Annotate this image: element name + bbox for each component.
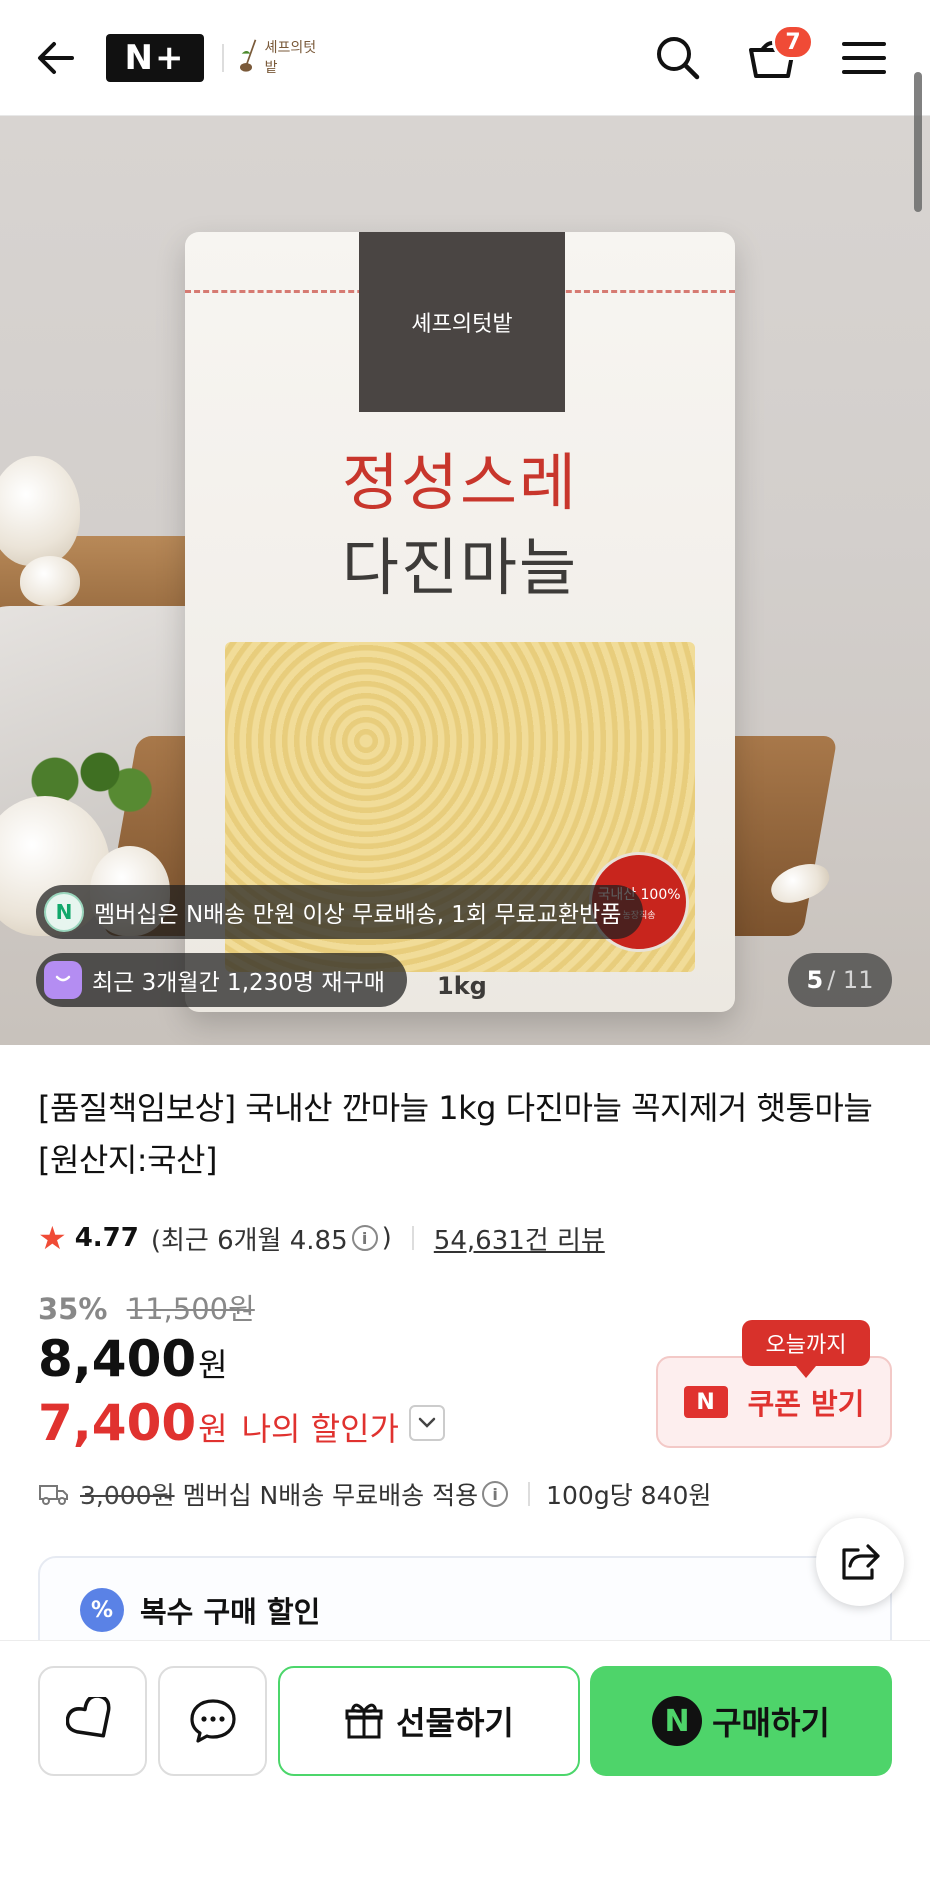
- wishlist-button[interactable]: [38, 1666, 147, 1776]
- won-unit: 원: [198, 1410, 228, 1448]
- sale-price-value: 8,400: [38, 1330, 197, 1388]
- store-name: 셰프의텃밭: [264, 40, 317, 76]
- naver-pay-icon: N: [652, 1696, 703, 1746]
- info-icon[interactable]: i: [351, 1225, 378, 1251]
- buy-button-label: 구매하기: [712, 1704, 830, 1742]
- coupon-deadline-tag: 오늘까지: [742, 1320, 870, 1378]
- hamburger-menu-icon: [842, 42, 886, 74]
- bottom-action-bar: 선물하기 N 구매하기: [0, 1640, 930, 1878]
- search-button[interactable]: [648, 28, 708, 88]
- divider: [411, 1226, 414, 1250]
- image-counter: 5 / 11: [788, 953, 892, 1007]
- image-total: / 11: [827, 966, 874, 994]
- my-discount-price[interactable]: 7,400 원 나의 할인가: [38, 1394, 445, 1452]
- gift-button-label: 선물하기: [396, 1704, 514, 1742]
- product-title: [품질책임보상] 국내산 깐마늘 1kg 다진마늘 꼭지제거 햇통마늘 [원산지…: [38, 1089, 873, 1179]
- recent-rating-close: ): [381, 1223, 392, 1253]
- share-icon: [842, 1544, 880, 1580]
- naver-plus-badge[interactable]: N+: [106, 34, 204, 82]
- original-price: 11,500원: [126, 1292, 255, 1326]
- garlic-decor: [20, 556, 80, 606]
- menu-button[interactable]: [834, 28, 894, 88]
- chat-button[interactable]: [158, 1666, 267, 1776]
- header-divider: [222, 44, 224, 72]
- star-icon: ★: [38, 1219, 67, 1257]
- cart-count-badge: 7: [772, 24, 814, 60]
- heart-icon: [65, 1697, 110, 1738]
- divider: [528, 1482, 531, 1506]
- won-unit: 원: [198, 1346, 228, 1384]
- garlic-decor: [0, 456, 80, 566]
- recent-rating: (최근 6개월 4.85: [150, 1225, 348, 1256]
- review-count-link[interactable]: 54,631건 리뷰: [434, 1220, 605, 1257]
- unit-price: 100g당 840원: [546, 1481, 712, 1510]
- search-icon: [657, 37, 700, 80]
- store-logo[interactable]: 셰프의텃밭: [240, 30, 320, 84]
- original-price-row: 35% 11,500원: [38, 1286, 255, 1328]
- truck-icon: [38, 1482, 70, 1506]
- multi-purchase-title-row: % 복수 구매 할인: [80, 1588, 320, 1632]
- gift-button[interactable]: 선물하기: [278, 1666, 580, 1776]
- buy-button[interactable]: N 구매하기: [590, 1666, 892, 1776]
- my-price-label: 나의 할인가: [241, 1410, 399, 1448]
- package-title-line2: 다진마늘: [341, 531, 579, 604]
- rating-row: ★ 4.77 (최근 6개월 4.85 i ) 54,631건 리뷰: [38, 1218, 605, 1258]
- chat-bubble-icon: [189, 1699, 236, 1743]
- coupon-button-label: 쿠폰 받기: [747, 1387, 865, 1421]
- naver-n-icon: N: [683, 1386, 728, 1418]
- get-coupon-button[interactable]: N 쿠폰 받기: [656, 1356, 892, 1448]
- shipping-original-fee: 3,000원: [80, 1481, 175, 1510]
- shopping-bag-icon: [44, 961, 82, 999]
- top-navigation-bar: N+ 셰프의텃밭 7: [0, 0, 930, 116]
- back-button[interactable]: [26, 28, 86, 88]
- info-icon[interactable]: i: [482, 1481, 509, 1507]
- membership-benefit-text: 멤버십은 N배송 만원 이상 무료배송, 1회 무료교환반품: [94, 902, 622, 928]
- repurchase-text: 최근 3개월간 1,230명 재구매: [92, 970, 385, 996]
- package-title-line1: 정성스레: [341, 446, 579, 519]
- image-index: 5: [806, 966, 824, 994]
- back-arrow-icon: [38, 42, 74, 74]
- package-brand-label: 셰프의텃밭: [359, 232, 565, 412]
- n-delivery-icon: N: [44, 892, 84, 932]
- ladle-icon: [240, 39, 257, 72]
- multi-purchase-title: 복수 구매 할인: [140, 1595, 321, 1629]
- package-brand-text: 셰프의텃밭: [411, 312, 513, 337]
- shipping-row: 3,000원 멤버십 N배송 무료배송 적용 i 100g당 840원: [38, 1474, 711, 1514]
- percent-icon: %: [80, 1588, 124, 1632]
- shipping-benefit-text: 멤버십 N배송 무료배송 적용: [182, 1481, 479, 1510]
- sale-price: 8,400원: [38, 1330, 228, 1388]
- page-scrollbar[interactable]: [914, 72, 922, 212]
- gift-icon: [345, 1703, 383, 1739]
- repurchase-pill[interactable]: 최근 3개월간 1,230명 재구매: [36, 953, 407, 1007]
- membership-benefit-pill[interactable]: N 멤버십은 N배송 만원 이상 무료배송, 1회 무료교환반품: [36, 885, 644, 939]
- chevron-down-icon[interactable]: [408, 1405, 445, 1441]
- package-weight: 1kg: [437, 972, 487, 1000]
- my-price-value: 7,400: [38, 1394, 197, 1452]
- discount-percent: 35%: [38, 1292, 108, 1326]
- rating-value: 4.77: [74, 1223, 139, 1253]
- share-button[interactable]: [816, 1518, 904, 1606]
